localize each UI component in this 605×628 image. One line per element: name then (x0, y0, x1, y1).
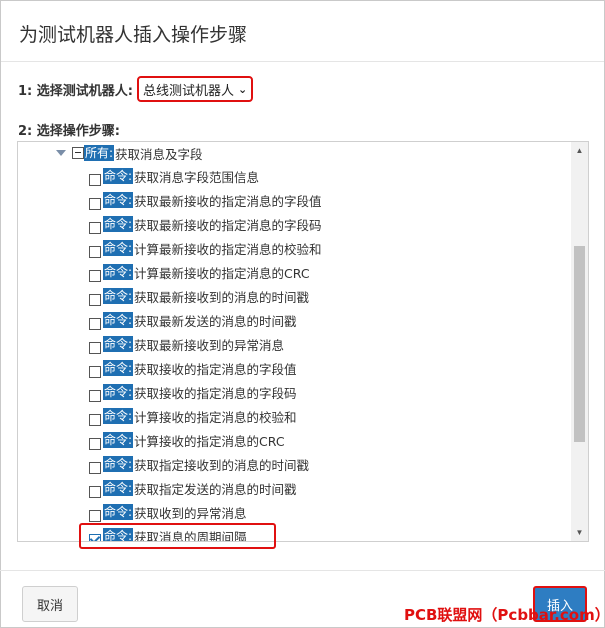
item-label: 获取收到的异常消息 (134, 505, 247, 521)
insert-button[interactable]: 插入 (533, 586, 587, 622)
tree-item[interactable]: 命令: 计算最新接收的指定消息的CRC (89, 262, 310, 282)
item-label: 计算最新接收的指定消息的校验和 (134, 241, 322, 257)
checkbox-icon[interactable] (89, 510, 101, 522)
checkbox-icon[interactable] (89, 390, 101, 402)
dialog-footer (0, 570, 605, 627)
item-tag: 命令: (103, 336, 134, 352)
item-label: 获取消息的周期间隔 (134, 529, 247, 542)
scroll-down-icon[interactable]: ▼ (571, 524, 588, 541)
scrollbar-thumb[interactable] (574, 246, 585, 442)
tree-item[interactable]: 命令: 计算接收的指定消息的CRC (89, 430, 285, 450)
item-tag: 命令: (103, 288, 134, 304)
tree-item[interactable]: 命令: 计算最新接收的指定消息的校验和 (89, 238, 322, 258)
robot-select-row: 1: 选择测试机器人: 总线测试机器人 ⌄ (18, 76, 254, 102)
tree-item[interactable]: 命令: 获取指定接收到的消息的时间戳 (89, 454, 309, 474)
tree-item[interactable]: 命令: 获取最新接收的指定消息的字段码 (89, 214, 322, 234)
checkbox-icon[interactable] (89, 294, 101, 306)
robot-select-value: 总线测试机器人 (142, 83, 234, 99)
checkbox-icon[interactable] (89, 318, 101, 330)
item-label: 获取最新发送的消息的时间戳 (134, 313, 297, 329)
tree-item[interactable]: 命令: 获取最新接收到的消息的时间戳 (89, 286, 309, 306)
item-tag: 命令: (103, 192, 134, 208)
dialog-header: 为测试机器人插入操作步骤 (1, 1, 604, 62)
tree-content: 所有: 获取消息及字段 命令: 获取消息字段范围信息 命令: 获取最新接收的指定消息的… (18, 142, 571, 541)
item-label: 获取接收的指定消息的字段码 (134, 385, 297, 401)
robot-select[interactable]: 总线测试机器人 ⌄ (136, 76, 254, 102)
scroll-up-icon[interactable]: ▲ (571, 142, 588, 159)
checkbox-icon[interactable] (89, 174, 101, 186)
checkbox-icon[interactable] (89, 222, 101, 234)
item-tag: 命令: (103, 456, 134, 472)
checkbox-icon[interactable] (89, 342, 101, 354)
item-label: 获取消息字段范围信息 (134, 169, 260, 185)
item-label: 计算接收的指定消息的CRC (134, 433, 285, 449)
item-label: 计算最新接收的指定消息的CRC (134, 265, 310, 281)
checkbox-icon[interactable] (89, 414, 101, 426)
item-label: 计算接收的指定消息的校验和 (134, 409, 297, 425)
expand-triangle-icon[interactable] (56, 150, 66, 156)
tree-item[interactable]: 命令: 获取最新发送的消息的时间戳 (89, 310, 297, 330)
item-tag: 命令: (103, 504, 134, 520)
tree-item[interactable]: 命令: 获取消息的周期间隔 (89, 526, 247, 541)
checkbox-icon[interactable] (89, 366, 101, 378)
tree-item[interactable]: 命令: 获取收到的异常消息 (89, 502, 247, 522)
node-label: 获取消息及字段 (115, 146, 203, 162)
chevron-down-icon: ⌄ (238, 82, 248, 96)
item-tag: 命令: (103, 240, 134, 256)
item-tag: 命令: (103, 528, 134, 541)
tree-item[interactable]: 命令: 获取接收的指定消息的字段码 (89, 382, 297, 402)
checkbox-icon[interactable] (89, 198, 101, 210)
tree-item[interactable]: 命令: 获取最新接收到的异常消息 (89, 334, 284, 354)
item-tag: 命令: (103, 384, 134, 400)
tree-item[interactable]: 命令: 获取接收的指定消息的字段值 (89, 358, 297, 378)
steps-label-row: 2: 选择操作步骤: (18, 120, 120, 140)
tree-item[interactable]: 命令: 计算接收的指定消息的校验和 (89, 406, 297, 426)
tree-scrollbar[interactable]: ▲ ▼ (571, 142, 588, 541)
checkbox-icon[interactable] (89, 438, 101, 450)
robot-select-label: 1: 选择测试机器人: (18, 83, 133, 99)
item-tag: 命令: (103, 216, 134, 232)
dialog-title: 为测试机器人插入操作步骤 (19, 24, 248, 46)
tree-item[interactable]: 命令: 获取最新接收的指定消息的字段值 (89, 190, 322, 210)
checkbox-checked-icon[interactable] (89, 534, 101, 541)
item-tag: 命令: (103, 264, 134, 280)
item-label: 获取最新接收的指定消息的字段码 (134, 217, 322, 233)
item-label: 获取最新接收到的异常消息 (134, 337, 285, 353)
item-label: 获取最新接收的指定消息的字段值 (134, 193, 322, 209)
checkbox-icon[interactable] (89, 246, 101, 258)
item-label: 获取指定接收到的消息的时间戳 (134, 457, 310, 473)
item-label: 获取最新接收到的消息的时间戳 (134, 289, 310, 305)
cancel-button[interactable]: 取消 (22, 586, 78, 622)
checkbox-icon[interactable] (89, 486, 101, 498)
item-tag: 命令: (103, 408, 134, 424)
item-tag: 命令: (103, 360, 134, 376)
checkbox-icon[interactable] (89, 462, 101, 474)
item-tag: 命令: (103, 432, 134, 448)
partial-checkbox-icon[interactable] (72, 147, 84, 159)
item-tag: 命令: (103, 168, 134, 184)
tree-parent-node[interactable]: 所有: 获取消息及字段 (56, 144, 203, 162)
steps-label: 2: 选择操作步骤: (18, 124, 120, 139)
item-label: 获取指定发送的消息的时间戳 (134, 481, 297, 497)
item-tag: 命令: (103, 312, 134, 328)
item-label: 获取接收的指定消息的字段值 (134, 361, 297, 377)
tree-item[interactable]: 命令: 获取消息字段范围信息 (89, 166, 259, 186)
steps-tree[interactable]: 所有: 获取消息及字段 命令: 获取消息字段范围信息 命令: 获取最新接收的指定消息的… (17, 141, 589, 542)
tree-item[interactable]: 命令: 获取指定发送的消息的时间戳 (89, 478, 297, 498)
node-tag: 所有: (84, 145, 115, 161)
item-tag: 命令: (103, 480, 134, 496)
checkbox-icon[interactable] (89, 270, 101, 282)
